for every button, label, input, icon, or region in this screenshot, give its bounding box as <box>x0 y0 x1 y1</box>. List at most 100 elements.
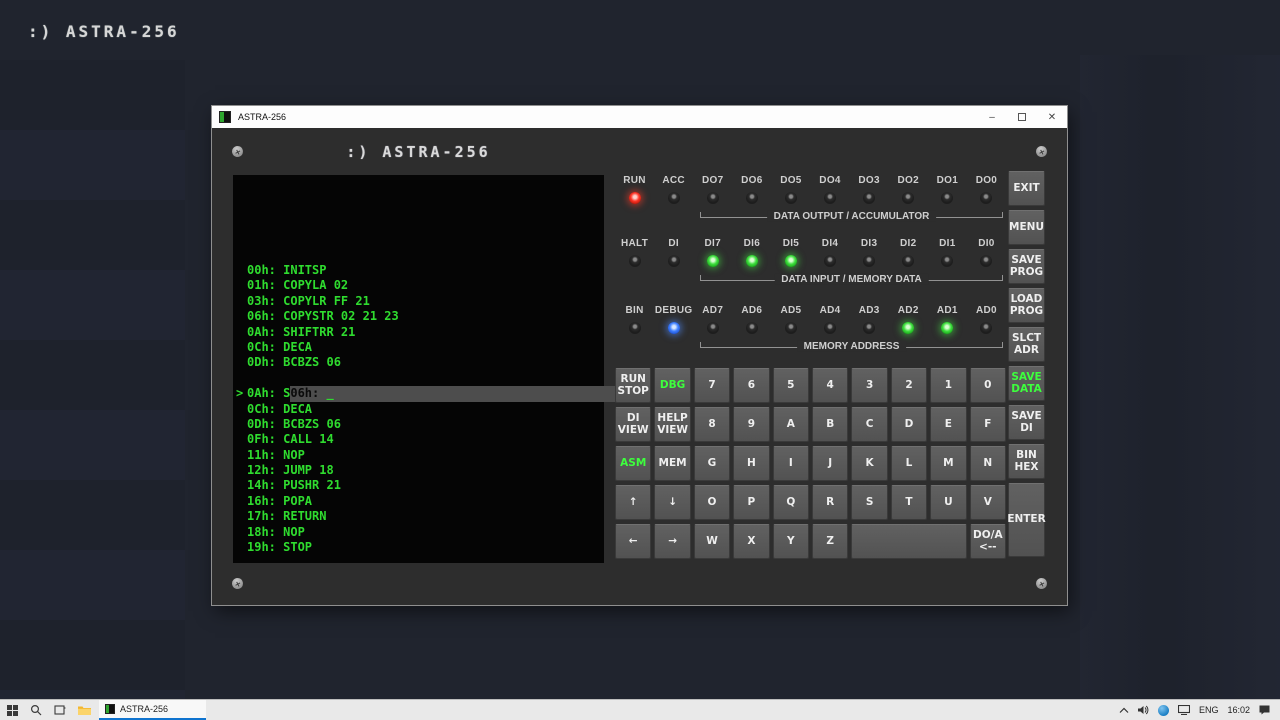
key-u[interactable]: U <box>930 485 967 520</box>
key-di-view[interactable]: DI VIEW <box>615 407 652 442</box>
clock[interactable]: 16:02 <box>1227 705 1250 715</box>
do5-led <box>784 192 797 204</box>
led-label: AD3 <box>858 305 880 316</box>
key-4[interactable]: 4 <box>812 368 849 403</box>
key-arrow-up[interactable]: ↑ <box>615 485 652 520</box>
search-button[interactable] <box>24 700 48 720</box>
key-a[interactable]: A <box>772 407 809 442</box>
key-q[interactable]: Q <box>772 485 809 520</box>
key-7[interactable]: 7 <box>693 368 731 403</box>
key-5[interactable]: 5 <box>772 368 809 403</box>
chevron-up-icon[interactable] <box>1119 707 1129 714</box>
key-dbg[interactable]: DBG <box>654 368 691 403</box>
key-z[interactable]: Z <box>812 524 849 559</box>
key-p[interactable]: P <box>733 485 770 520</box>
file-explorer-button[interactable] <box>72 700 96 720</box>
debug-led <box>667 322 680 334</box>
key-s[interactable]: S <box>851 485 888 520</box>
screw-icon <box>230 576 245 591</box>
slct-adr-button[interactable]: SLCT ADR <box>1008 327 1045 362</box>
terminal-line: 19h: STOP <box>247 540 313 555</box>
key-2[interactable]: 2 <box>890 368 928 403</box>
key-e[interactable]: E <box>930 407 967 442</box>
key-n[interactable]: N <box>969 446 1006 481</box>
do7-led <box>706 192 719 204</box>
key-9[interactable]: 9 <box>733 407 770 442</box>
save-prog-button[interactable]: SAVE PROG <box>1008 249 1045 284</box>
led-label: DO2 <box>897 175 919 186</box>
key-0[interactable]: 0 <box>969 368 1006 403</box>
bin-hex-button[interactable]: BIN HEX <box>1008 444 1045 479</box>
led-label: DI0 <box>978 238 995 249</box>
key-j[interactable]: J <box>812 446 849 481</box>
maximize-icon <box>1018 113 1026 121</box>
group-bracket: MEMORY ADDRESS <box>700 340 1003 352</box>
task-view-button[interactable] <box>48 700 72 720</box>
cursor: _ <box>326 386 334 401</box>
key-b[interactable]: B <box>812 407 849 442</box>
taskbar-task-astra256[interactable]: ASTRA-256 <box>99 700 206 720</box>
key-y[interactable]: Y <box>772 524 809 559</box>
key-arrow-down[interactable]: ↓ <box>654 485 691 520</box>
key-arrow-right[interactable]: → <box>654 524 691 559</box>
led-row-memory-address: BIN DEBUG AD7 AD6 AD5 AD4 AD3 AD2 AD1 AD… <box>615 305 1006 352</box>
key-d[interactable]: D <box>890 407 928 442</box>
led-label: AD5 <box>780 305 802 316</box>
close-button[interactable]: ✕ <box>1037 106 1067 128</box>
key-o[interactable]: O <box>693 485 731 520</box>
volume-icon[interactable] <box>1137 705 1149 715</box>
key-6[interactable]: 6 <box>733 368 770 403</box>
key-1[interactable]: 1 <box>930 368 967 403</box>
key-v[interactable]: V <box>969 485 1006 520</box>
load-prog-button[interactable]: LOAD PROG <box>1008 288 1045 323</box>
di4-led <box>824 255 837 267</box>
terminal-line: 11h: NOP <box>247 447 305 462</box>
notification-icon[interactable] <box>1259 705 1270 715</box>
group-label: DATA OUTPUT / ACCUMULATOR <box>766 210 937 222</box>
key-3[interactable]: 3 <box>851 368 888 403</box>
key-8[interactable]: 8 <box>693 407 731 442</box>
key-m[interactable]: M <box>930 446 967 481</box>
key-c[interactable]: C <box>851 407 888 442</box>
key-f[interactable]: F <box>969 407 1006 442</box>
network-display-icon[interactable] <box>1177 705 1190 715</box>
key-help-view[interactable]: HELP VIEW <box>654 407 691 442</box>
key-h[interactable]: H <box>733 446 770 481</box>
ad0-led <box>980 322 993 334</box>
key-l[interactable]: L <box>890 446 928 481</box>
wallpaper-right <box>1080 55 1280 720</box>
screw-icon <box>1034 576 1049 591</box>
key-w[interactable]: W <box>693 524 731 559</box>
led-label: DO0 <box>975 175 998 186</box>
key-t[interactable]: T <box>890 485 928 520</box>
do0-led <box>980 192 993 204</box>
key-do-a[interactable]: DO/A <-- <box>969 524 1006 559</box>
maximize-button[interactable] <box>1007 106 1037 128</box>
language-indicator[interactable]: ENG <box>1199 705 1219 715</box>
exit-button[interactable]: EXIT <box>1008 171 1045 206</box>
key-x[interactable]: X <box>733 524 770 559</box>
key-r[interactable]: R <box>812 485 849 520</box>
di6-led <box>745 255 758 267</box>
ad3-led <box>863 322 876 334</box>
tray-app-icon[interactable] <box>1157 704 1169 716</box>
led-label: AD0 <box>975 305 997 316</box>
key-g[interactable]: G <box>693 446 731 481</box>
enter-button[interactable]: ENTER <box>1007 483 1046 557</box>
menu-button[interactable]: MENU <box>1008 210 1045 245</box>
key-run-stop[interactable]: RUN STOP <box>615 368 652 403</box>
save-di-button[interactable]: SAVE DI <box>1008 405 1045 440</box>
window-titlebar[interactable]: ASTRA-256 – ✕ <box>212 106 1067 128</box>
minimize-button[interactable]: – <box>977 106 1007 128</box>
save-data-button[interactable]: SAVE DATA <box>1008 366 1045 401</box>
system-tray: ENG 16:02 <box>1119 700 1280 720</box>
acc-led <box>667 192 680 204</box>
terminal-line: 14h: PUSHR 21 <box>247 478 341 493</box>
key-space[interactable] <box>851 524 967 559</box>
key-asm[interactable]: ASM <box>615 446 652 481</box>
key-arrow-left[interactable]: ← <box>615 524 652 559</box>
key-mem[interactable]: MEM <box>654 446 691 481</box>
key-i[interactable]: I <box>772 446 809 481</box>
start-button[interactable] <box>0 700 24 720</box>
key-k[interactable]: K <box>851 446 888 481</box>
